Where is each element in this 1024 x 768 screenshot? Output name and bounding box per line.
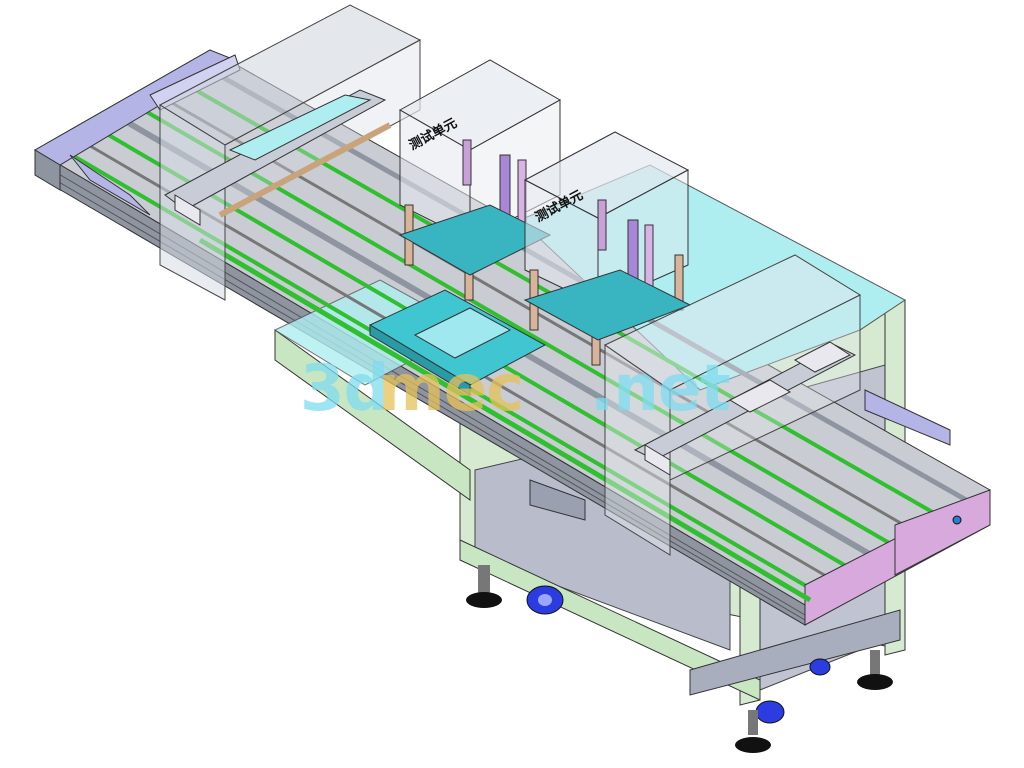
cad-assembly-view: 测试单元 测试单元 3d mec .net <box>0 0 1024 768</box>
machine-drawing: 测试单元 测试单元 3d mec .net <box>34 4 991 753</box>
watermark-part-1: 3d <box>300 352 388 426</box>
watermark-part-2: mec <box>378 352 523 426</box>
watermark: 3d mec .net <box>300 352 731 426</box>
watermark-part-3: .net <box>590 352 730 426</box>
